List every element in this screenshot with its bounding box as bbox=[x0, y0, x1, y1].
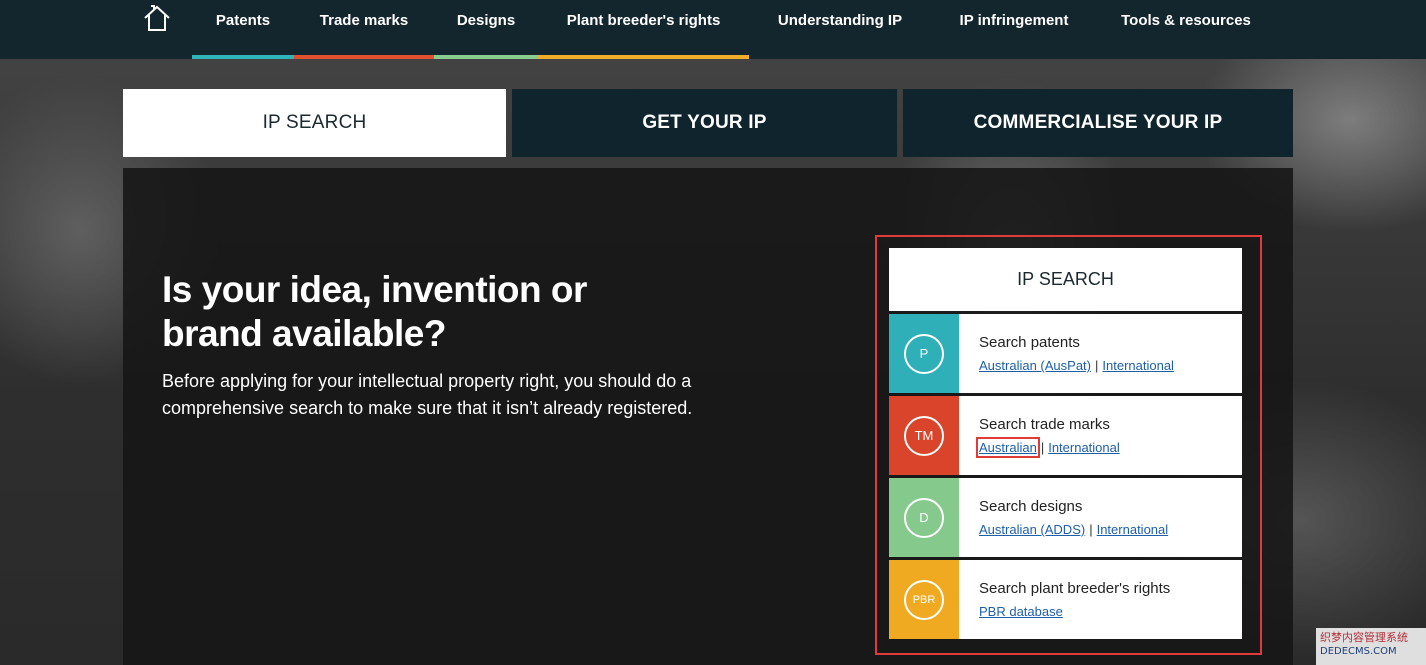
watermark-line1: 织梦内容管理系统 bbox=[1320, 631, 1408, 644]
nav-item-trade-marks[interactable]: Trade marks bbox=[294, 0, 434, 59]
nav-item-label: IP infringement bbox=[959, 12, 1069, 29]
link-separator: | bbox=[1089, 522, 1093, 537]
hero-headline-line2: brand available? bbox=[162, 313, 447, 354]
nav-item-label: Understanding IP bbox=[777, 12, 903, 29]
row-title: Search designs bbox=[979, 498, 1083, 515]
nav-item-patents[interactable]: Patents bbox=[192, 0, 294, 59]
home-icon[interactable] bbox=[143, 4, 171, 32]
row-links: Australian | International bbox=[976, 437, 1120, 458]
search-row-pbr: PBR Search plant breeder's rights PBR da… bbox=[889, 560, 1242, 639]
nav-item-designs[interactable]: Designs bbox=[434, 0, 538, 59]
design-badge-icon: D bbox=[904, 497, 944, 538]
tab-get-your-ip[interactable]: GET YOUR IP bbox=[512, 89, 897, 157]
link-australian-adds[interactable]: Australian (ADDS) bbox=[979, 522, 1085, 537]
nav-accent-bar bbox=[192, 55, 294, 59]
nav-item-label: Patents bbox=[215, 12, 271, 29]
link-pbr-database[interactable]: PBR database bbox=[979, 604, 1063, 619]
nav-accent-bar bbox=[538, 55, 749, 59]
pbr-badge-icon: PBR bbox=[904, 579, 944, 620]
link-separator: | bbox=[1095, 358, 1099, 373]
top-navigation: Patents Trade marks Designs Plant breede… bbox=[0, 0, 1426, 59]
row-swatch: D bbox=[889, 478, 959, 557]
tab-label: COMMERCIALISE YOUR IP bbox=[973, 112, 1223, 133]
nav-item-label: Designs bbox=[456, 12, 516, 29]
hero-description: Before applying for your intellectual pr… bbox=[162, 371, 693, 418]
nav-accent-bar bbox=[434, 55, 538, 59]
row-swatch: P bbox=[889, 314, 959, 393]
row-links: Australian (ADDS) | International bbox=[979, 522, 1168, 537]
nav-item-understanding-ip[interactable]: Understanding IP bbox=[754, 0, 926, 59]
ip-search-title: IP SEARCH bbox=[889, 248, 1242, 311]
trade-mark-badge-icon: TM bbox=[904, 415, 944, 456]
tab-ip-search[interactable]: IP SEARCH bbox=[123, 89, 506, 157]
link-international-patents[interactable]: International bbox=[1102, 358, 1174, 373]
nav-accent-bar bbox=[294, 55, 434, 59]
hero-headline-line1: Is your idea, invention or bbox=[162, 269, 587, 310]
tab-label: IP SEARCH bbox=[262, 112, 367, 133]
link-australian-auspat[interactable]: Australian (AusPat) bbox=[979, 358, 1091, 373]
tab-commercialise-your-ip[interactable]: COMMERCIALISE YOUR IP bbox=[903, 89, 1293, 157]
link-australian-trade-marks[interactable]: Australian bbox=[976, 437, 1040, 458]
row-swatch: TM bbox=[889, 396, 959, 475]
nav-item-tools-resources[interactable]: Tools & resources bbox=[1104, 0, 1268, 59]
hero-headline: Is your idea, invention or brand availab… bbox=[162, 268, 722, 356]
nav-item-label: Trade marks bbox=[319, 12, 409, 29]
row-links: PBR database bbox=[979, 604, 1063, 619]
row-links: Australian (AusPat) | International bbox=[979, 358, 1174, 373]
link-separator: | bbox=[1040, 440, 1045, 455]
nav-item-plant-breeders-rights[interactable]: Plant breeder's rights bbox=[538, 0, 749, 59]
row-title: Search plant breeder's rights bbox=[979, 580, 1171, 597]
nav-item-label: Tools & resources bbox=[1121, 12, 1251, 29]
link-international-trade-marks[interactable]: International bbox=[1048, 440, 1120, 455]
row-swatch: PBR bbox=[889, 560, 959, 639]
link-international-designs[interactable]: International bbox=[1097, 522, 1169, 537]
search-row-patents: P Search patents Australian (AusPat) | Int… bbox=[889, 314, 1242, 393]
row-title: Search trade marks bbox=[979, 416, 1110, 433]
watermark: 织梦内容管理系统 DEDECMS.COM bbox=[1316, 628, 1426, 665]
watermark-line2: DEDECMS.COM bbox=[1320, 646, 1397, 657]
patent-badge-icon: P bbox=[904, 333, 944, 374]
tab-label: GET YOUR IP bbox=[642, 112, 767, 133]
nav-item-label: Plant breeder's rights bbox=[566, 12, 721, 29]
search-row-trade-marks: TM Search trade marks Australian | Interna… bbox=[889, 396, 1242, 475]
row-title: Search patents bbox=[979, 334, 1080, 351]
search-row-designs: D Search designs Australian (ADDS) | Inter… bbox=[889, 478, 1242, 557]
nav-item-ip-infringement[interactable]: IP infringement bbox=[938, 0, 1090, 59]
